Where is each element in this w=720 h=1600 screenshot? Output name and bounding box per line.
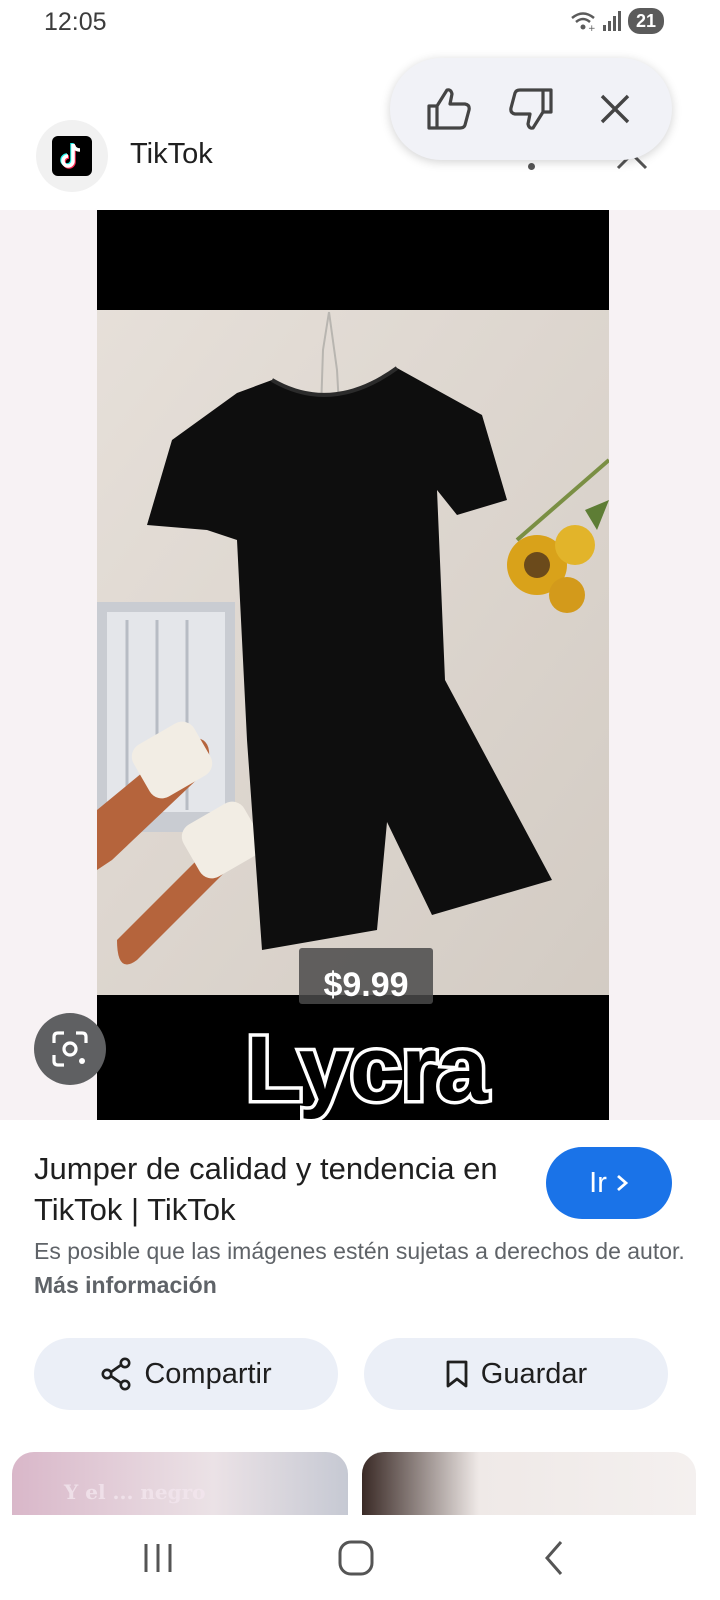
source-title[interactable]: TikTok — [130, 138, 213, 171]
share-icon — [101, 1357, 131, 1391]
battery-indicator: 21 — [627, 8, 664, 34]
share-label: Compartir — [144, 1357, 272, 1390]
wifi-icon: + — [571, 12, 596, 32]
copyright-text: Es posible que las imágenes estén sujeta… — [34, 1238, 685, 1264]
related-thumbnail[interactable] — [362, 1452, 696, 1517]
close-icon[interactable] — [590, 84, 640, 134]
result-title[interactable]: Jumper de calidad y tendencia en TikTok … — [34, 1148, 514, 1230]
bookmark-icon — [446, 1360, 468, 1388]
go-label: Ir — [589, 1166, 607, 1199]
status-icons: + 21 — [570, 8, 664, 34]
thumbs-down-icon[interactable] — [506, 84, 556, 134]
home-icon[interactable] — [316, 1515, 396, 1600]
price-label: $9.99 — [323, 966, 408, 1004]
svg-text:+: + — [588, 24, 596, 32]
google-lens-button[interactable] — [34, 1013, 106, 1085]
go-button[interactable]: Ir — [546, 1147, 672, 1219]
tiktok-logo-icon[interactable] — [36, 120, 108, 192]
save-label: Guardar — [480, 1357, 588, 1390]
more-info-link[interactable]: Más información — [34, 1272, 217, 1298]
lens-icon — [52, 1031, 88, 1067]
image-preview: $9.99 Lycra — [0, 210, 720, 1120]
back-icon[interactable] — [514, 1515, 594, 1600]
caption-text: Lycra — [246, 1018, 489, 1120]
share-button[interactable]: Compartir — [34, 1338, 338, 1410]
recent-apps-icon[interactable] — [118, 1515, 198, 1600]
chevron-right-icon — [616, 1174, 628, 1192]
status-bar: 12:05 + 21 — [0, 0, 720, 46]
thumbnail-caption: Y el ... negro — [64, 1480, 206, 1504]
status-time: 12:05 — [44, 8, 107, 36]
more-options-icon[interactable] — [528, 163, 535, 170]
related-thumbnail[interactable]: Y el ... negro — [12, 1452, 348, 1517]
product-image[interactable]: $9.99 Lycra — [97, 210, 609, 1120]
signal-icon — [602, 11, 621, 31]
save-button[interactable]: Guardar — [364, 1338, 668, 1410]
feedback-popup — [390, 58, 672, 160]
copyright-notice: Es posible que las imágenes estén sujeta… — [34, 1234, 694, 1302]
navigation-bar — [0, 1515, 720, 1600]
thumbs-up-icon[interactable] — [424, 84, 474, 134]
